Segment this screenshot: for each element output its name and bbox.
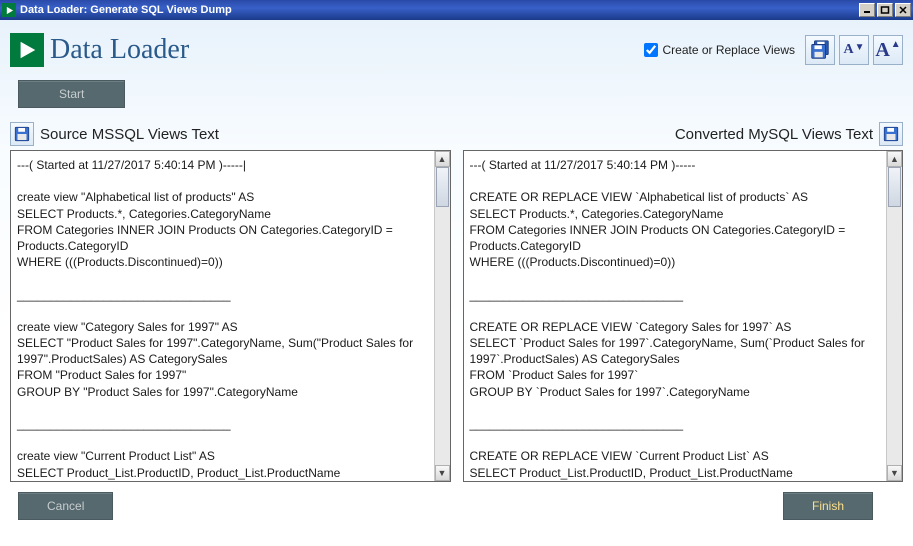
source-textarea[interactable]: ---( Started at 11/27/2017 5:40:14 PM )-… [10, 150, 451, 482]
converted-textarea[interactable]: ---( Started at 11/27/2017 5:40:14 PM )-… [463, 150, 904, 482]
panes-row: ---( Started at 11/27/2017 5:40:14 PM )-… [10, 150, 903, 482]
create-replace-checkbox[interactable] [644, 43, 658, 57]
titlebar: Data Loader: Generate SQL Views Dump [0, 0, 913, 20]
font-increase-icon: A▲ [875, 39, 900, 62]
converted-scrollbar[interactable]: ▲ ▼ [886, 151, 902, 481]
footer-row: Cancel Finish [10, 482, 903, 520]
window-title: Data Loader: Generate SQL Views Dump [20, 4, 859, 16]
font-decrease-icon: A▼ [843, 42, 864, 58]
font-decrease-button[interactable]: A▼ [839, 35, 869, 65]
font-increase-button[interactable]: A▲ [873, 35, 903, 65]
scroll-thumb[interactable] [436, 167, 449, 207]
header-row: Data Loader Create or Replace Views [10, 26, 903, 74]
app-icon [2, 3, 16, 17]
scroll-track[interactable] [435, 167, 450, 465]
labels-row: Source MSSQL Views Text Converted MySQL … [10, 122, 903, 146]
create-replace-row[interactable]: Create or Replace Views [644, 43, 795, 57]
floppy-icon [882, 125, 900, 143]
minimize-button[interactable] [859, 3, 875, 17]
scroll-down-icon[interactable]: ▼ [887, 465, 902, 481]
app-name: Data Loader [50, 34, 189, 66]
save-source-button[interactable] [10, 122, 34, 146]
close-button[interactable] [895, 3, 911, 17]
source-label: Source MSSQL Views Text [40, 126, 219, 143]
header-right: Create or Replace Views A▼ [644, 35, 903, 65]
logo-block: Data Loader [10, 33, 189, 67]
save-all-button[interactable] [805, 35, 835, 65]
save-converted-button[interactable] [879, 122, 903, 146]
scroll-down-icon[interactable]: ▼ [435, 465, 450, 481]
maximize-button[interactable] [877, 3, 893, 17]
source-scrollbar[interactable]: ▲ ▼ [434, 151, 450, 481]
scroll-track[interactable] [887, 167, 902, 465]
play-icon [10, 33, 44, 67]
converted-label: Converted MySQL Views Text [675, 126, 873, 143]
scroll-thumb[interactable] [888, 167, 901, 207]
start-button[interactable]: Start [18, 80, 125, 108]
cancel-button[interactable]: Cancel [18, 492, 113, 520]
scroll-up-icon[interactable]: ▲ [887, 151, 902, 167]
content-area: Data Loader Create or Replace Views [0, 20, 913, 546]
finish-button[interactable]: Finish [783, 492, 873, 520]
double-floppy-icon [809, 39, 831, 61]
create-replace-label: Create or Replace Views [662, 43, 795, 57]
scroll-up-icon[interactable]: ▲ [435, 151, 450, 167]
floppy-icon [13, 125, 31, 143]
